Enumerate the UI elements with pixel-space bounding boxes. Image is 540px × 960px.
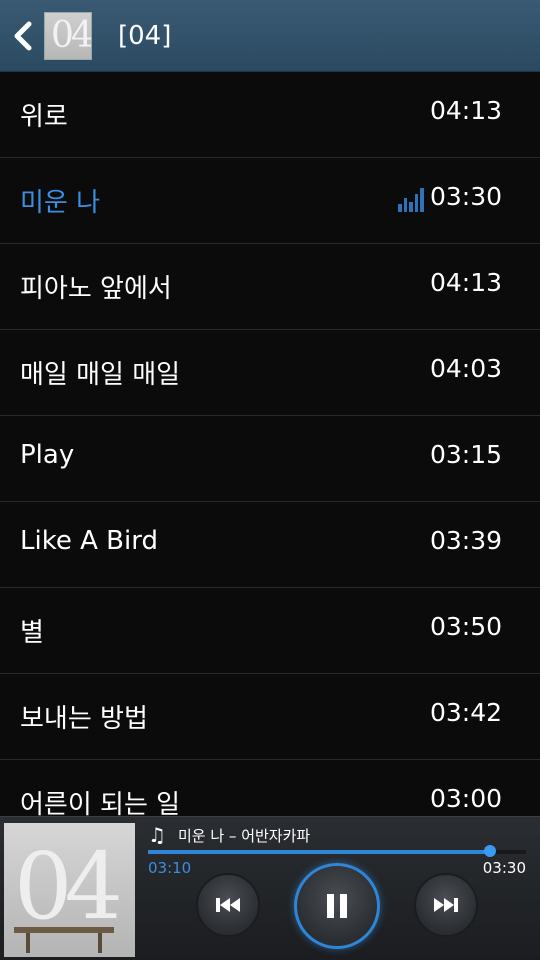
bench-leg [98, 933, 102, 953]
previous-button[interactable] [196, 873, 260, 937]
back-icon[interactable] [10, 20, 36, 52]
mini-player: 04 ♫ 미운 나 – 어반자카파 03:10 03:30 [0, 816, 540, 960]
album-title: [04] [118, 21, 172, 51]
track-row[interactable]: 별 03:50 [0, 588, 540, 674]
track-title: 미운 나 [20, 188, 101, 218]
track-title: 어른이 되는 일 [20, 790, 181, 816]
track-title: 매일 매일 매일 [20, 360, 181, 390]
pause-icon [327, 894, 347, 918]
progress-knob[interactable] [484, 845, 497, 857]
album-thumbnail-text: 04 [51, 15, 91, 56]
track-duration: 03:00 [429, 784, 502, 813]
track-title: 보내는 방법 [20, 704, 148, 734]
track-title: Play [20, 440, 75, 470]
next-icon [434, 898, 458, 912]
elapsed-time: 03:10 [148, 859, 192, 877]
track-title: 위로 [20, 102, 68, 132]
progress-bar[interactable] [148, 850, 526, 854]
track-duration: 03:42 [429, 698, 502, 727]
track-row[interactable]: 위로 04:13 [0, 72, 540, 158]
track-title: 별 [20, 618, 44, 648]
pause-button[interactable] [294, 863, 380, 949]
album-thumbnail[interactable]: 04 [44, 12, 92, 60]
total-time: 03:30 [482, 859, 526, 877]
next-button[interactable] [414, 873, 478, 937]
track-duration: 03:39 [429, 526, 502, 555]
track-duration: 04:13 [429, 268, 502, 297]
track-row[interactable]: 어른이 되는 일 03:00 [0, 760, 540, 816]
bench-leg [26, 933, 30, 953]
track-row[interactable]: 매일 매일 매일 04:03 [0, 330, 540, 416]
track-duration: 04:03 [429, 354, 502, 383]
album-cover[interactable]: 04 [4, 823, 135, 957]
track-duration: 03:15 [429, 440, 502, 469]
track-row[interactable]: Play 03:15 [0, 416, 540, 502]
track-row[interactable]: 피아노 앞에서 04:13 [0, 244, 540, 330]
track-duration: 03:50 [429, 612, 502, 641]
track-row-playing[interactable]: 미운 나 03:30 [0, 158, 540, 244]
track-title: Like A Bird [20, 526, 158, 556]
album-cover-text: 04 [14, 833, 123, 940]
now-playing-text: 미운 나 – 어반자카파 [178, 827, 311, 845]
progress-fill [148, 850, 491, 854]
track-list: 위로 04:13 미운 나 03:30 피아노 앞에서 04:13 매일 매일 … [0, 72, 540, 816]
previous-icon [216, 898, 240, 912]
track-duration: 04:13 [429, 96, 502, 125]
music-note-icon: ♫ [148, 823, 166, 847]
track-title: 피아노 앞에서 [20, 274, 172, 304]
top-bar: 04 [04] [0, 0, 540, 72]
track-row[interactable]: 보내는 방법 03:42 [0, 674, 540, 760]
track-duration: 03:30 [429, 182, 502, 211]
track-row[interactable]: Like A Bird 03:39 [0, 502, 540, 588]
equalizer-icon [398, 188, 424, 212]
